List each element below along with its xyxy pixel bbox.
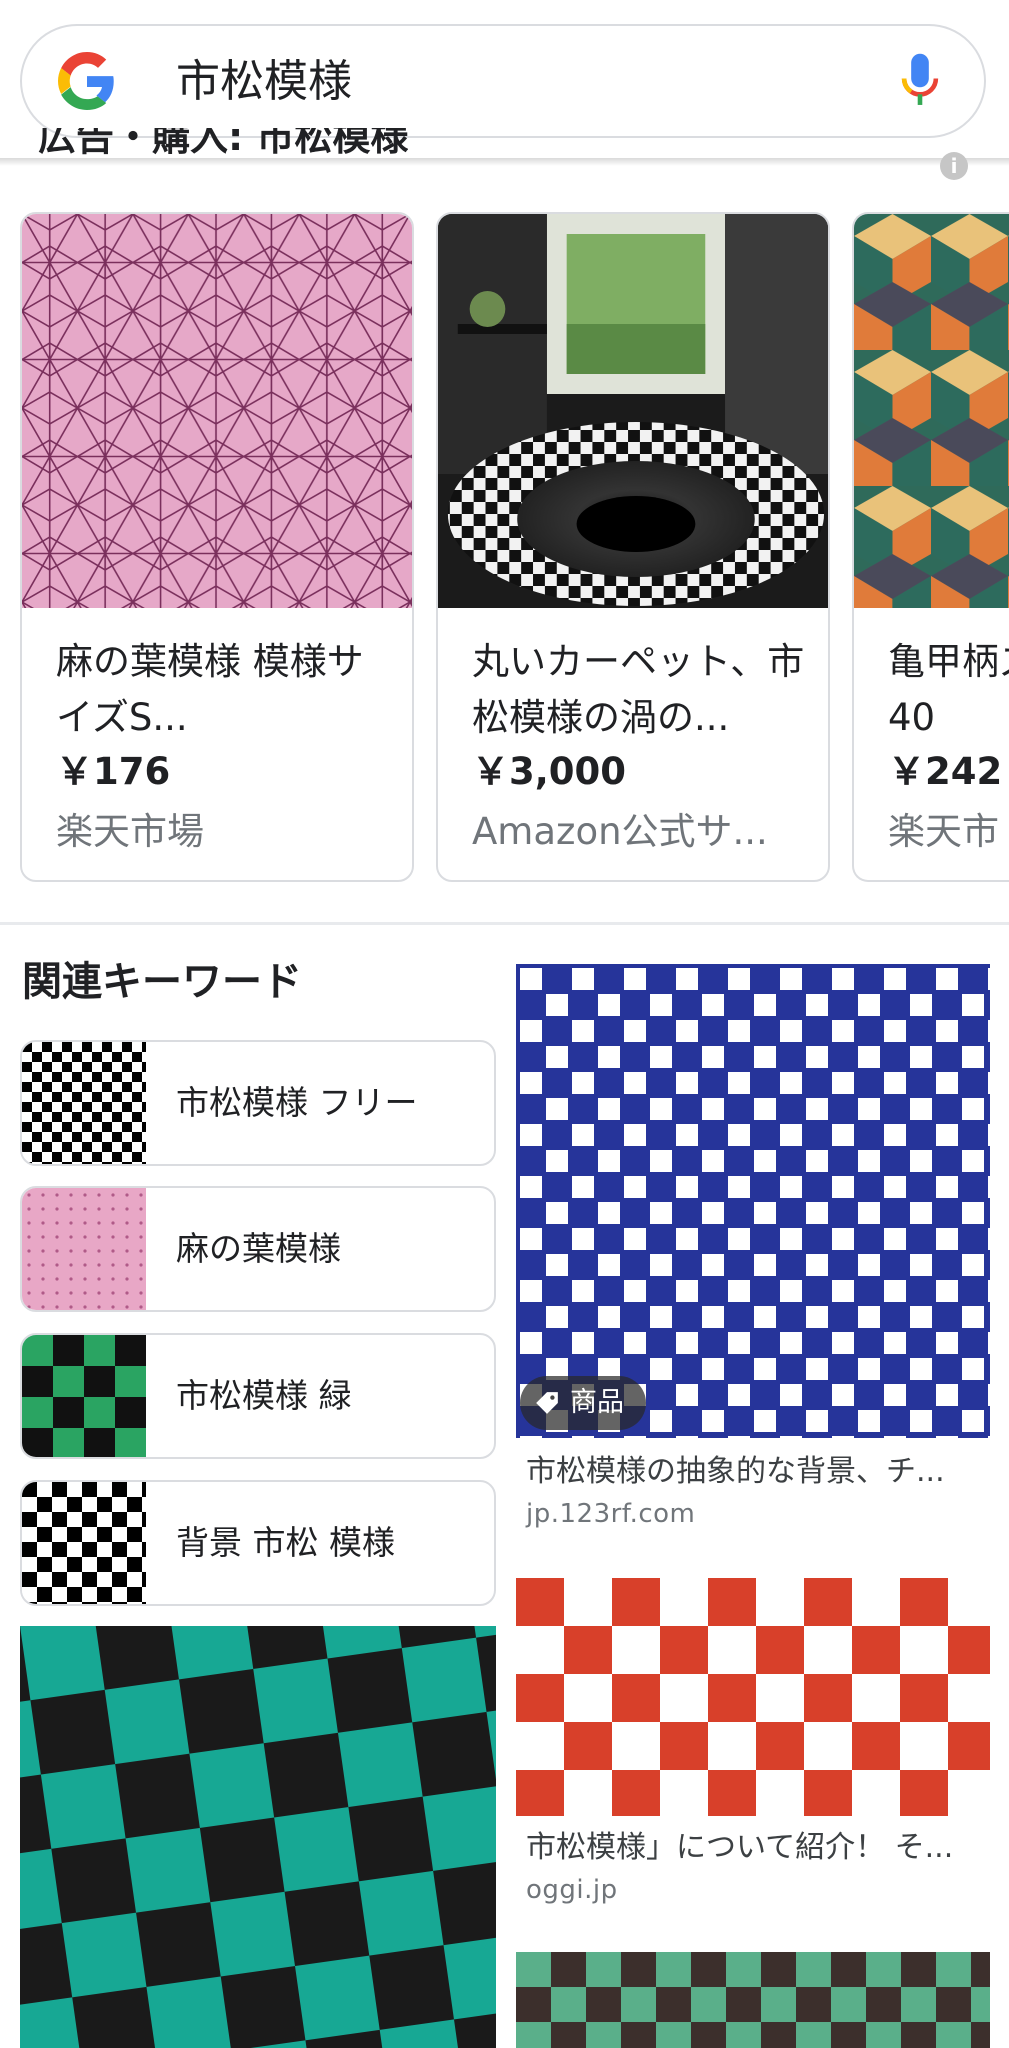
related-keyword-item[interactable]: 背景 市松 模様	[20, 1480, 496, 1606]
related-keyword-label: 背景 市松 模様	[176, 1523, 395, 1562]
google-logo-icon[interactable]	[58, 52, 116, 110]
result-caption[interactable]: 市松模様の抽象的な背景、チ...	[526, 1450, 945, 1494]
product-price: ￥3,000	[472, 750, 627, 793]
tag-icon	[536, 1392, 558, 1414]
result-caption[interactable]: 市松模様」について紹介！ そ...	[526, 1826, 953, 1870]
info-icon[interactable]: i	[940, 152, 968, 180]
product-title: 麻の葉模様 模様サイズS...	[56, 640, 364, 739]
product-tag-badge: 商品	[520, 1376, 646, 1430]
related-keyword-label: 市松模様 緑	[176, 1376, 352, 1415]
search-bar[interactable]	[20, 24, 986, 138]
result-image-navy-check[interactable]	[516, 964, 990, 1438]
product-card[interactable]: 丸いカーペット、市松模様の渦の... ￥3,000 Amazon公式サ...	[436, 212, 830, 882]
related-keyword-label: 麻の葉模様	[176, 1229, 341, 1268]
header-shadow	[0, 158, 1009, 166]
keyword-thumbnail	[22, 1482, 146, 1604]
related-keyword-item[interactable]: 麻の葉模様	[20, 1186, 496, 1312]
keyword-thumbnail	[22, 1188, 146, 1310]
result-image-teal-check[interactable]	[20, 1626, 496, 2048]
product-seller: 楽天市	[888, 810, 999, 853]
product-image-kikko	[854, 214, 1009, 608]
section-divider	[0, 922, 1009, 925]
related-keyword-item[interactable]: 市松模様 フリー	[20, 1040, 496, 1166]
product-price: ￥242	[888, 750, 1003, 793]
product-seller: Amazon公式サ...	[472, 810, 768, 853]
product-title: 丸いカーペット、市松模様の渦の...	[472, 640, 805, 739]
related-keyword-label: 市松模様 フリー	[176, 1083, 418, 1122]
product-price: ￥176	[56, 750, 171, 793]
product-image-asanoha	[22, 214, 412, 608]
ads-heading: 広告・購入: 市松模様	[38, 128, 409, 159]
keyword-thumbnail	[22, 1042, 146, 1164]
related-keyword-item[interactable]: 市松模様 緑	[20, 1333, 496, 1459]
keyword-thumbnail	[22, 1335, 146, 1457]
result-image-red-check[interactable]	[516, 1578, 990, 1816]
result-image-green-check[interactable]	[516, 1952, 990, 2048]
product-seller: 楽天市場	[56, 810, 204, 853]
product-image-carpet	[438, 214, 828, 608]
product-title: 亀甲柄ズM 40	[888, 640, 1009, 739]
result-source[interactable]: oggi.jp	[526, 1872, 618, 1908]
product-card[interactable]: 亀甲柄ズM 40 ￥242 楽天市	[852, 212, 1009, 882]
search-input[interactable]: 市松模様	[176, 52, 352, 112]
result-source[interactable]: jp.123rf.com	[526, 1496, 695, 1532]
product-card[interactable]: 麻の葉模様 模様サイズS... ￥176 楽天市場	[20, 212, 414, 882]
microphone-icon[interactable]	[898, 52, 942, 112]
badge-label: 商品	[570, 1387, 624, 1418]
related-keywords-heading: 関連キーワード	[22, 959, 302, 1005]
